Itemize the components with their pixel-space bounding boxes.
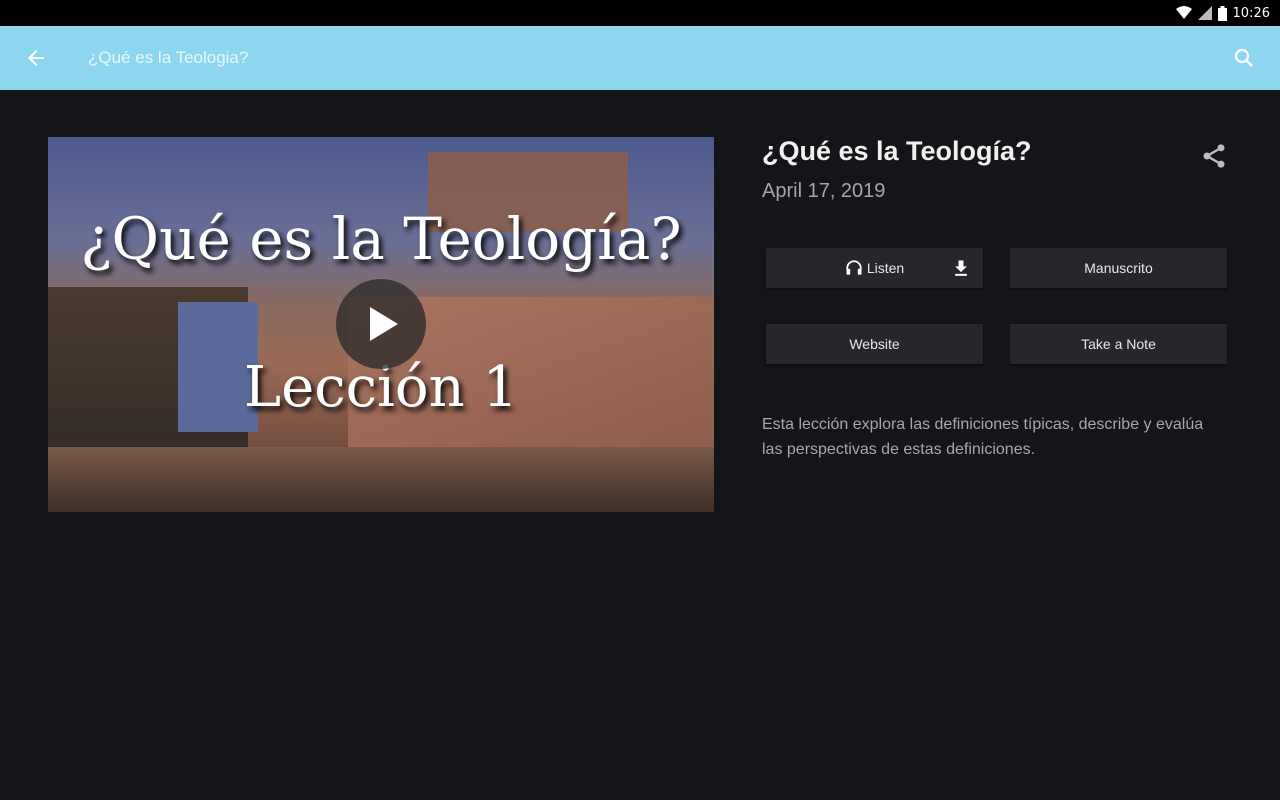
status-bar: 10:26 — [0, 0, 1280, 26]
video-player[interactable]: ¿Qué es la Teología? Lección 1 — [48, 137, 714, 512]
video-title-overlay: ¿Qué es la Teología? — [80, 205, 682, 273]
website-button[interactable]: Website — [766, 324, 983, 364]
app-bar-title: ¿Qué es la Teologia? — [88, 48, 249, 67]
app-bar: ¿Qué es la Teologia? — [0, 26, 1280, 90]
share-icon[interactable] — [1200, 142, 1228, 170]
lesson-title: ¿Qué es la Teología? — [762, 136, 1032, 166]
manuscrito-button[interactable]: Manuscrito — [1010, 248, 1227, 288]
video-thumbnail-ground — [48, 447, 714, 512]
play-icon — [370, 307, 398, 341]
status-icons: 10:26 — [1175, 4, 1270, 22]
lesson-description: Esta lección explora las definiciones tí… — [762, 416, 1204, 458]
lesson-date: April 17, 2019 — [762, 180, 886, 202]
battery-icon — [1217, 5, 1227, 21]
listen-label-group: Listen — [845, 259, 904, 277]
headphones-icon — [846, 260, 862, 275]
play-button[interactable] — [336, 279, 426, 369]
signal-icon — [1197, 6, 1212, 20]
main-content: ¿Qué es la Teología? Lección 1 ¿Qué es l… — [0, 90, 1280, 800]
wifi-icon — [1175, 6, 1192, 19]
take-note-button[interactable]: Take a Note — [1010, 324, 1227, 364]
listen-label: Listen — [866, 260, 905, 276]
arrow-left-icon[interactable] — [24, 46, 48, 70]
search-icon[interactable] — [1232, 46, 1256, 70]
download-icon[interactable] — [951, 258, 971, 278]
listen-button[interactable]: Listen — [766, 248, 983, 288]
clock: 10:26 — [1232, 5, 1270, 21]
